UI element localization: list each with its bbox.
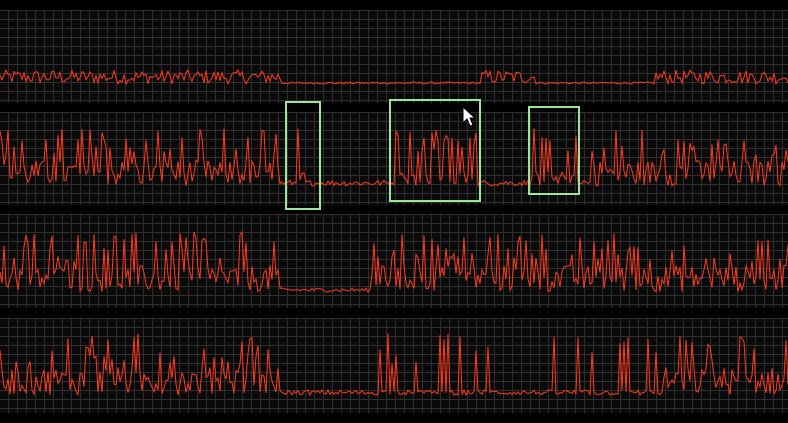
waveform-trace-3 xyxy=(0,230,788,293)
waveform-trace-4 xyxy=(0,333,788,397)
waveform-trace-1 xyxy=(0,68,788,86)
selection-box-1[interactable] xyxy=(285,101,321,210)
selection-box-3[interactable] xyxy=(528,106,580,195)
arrow-pointer-icon xyxy=(462,106,477,127)
signal-viewer[interactable] xyxy=(0,0,788,423)
waveform-canvas[interactable] xyxy=(0,0,788,423)
